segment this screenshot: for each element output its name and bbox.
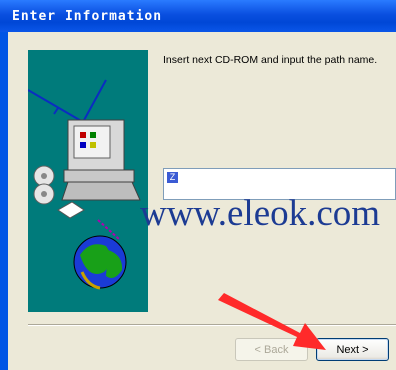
setup-window: Enter Information Insert next CD-ROM and… [0, 0, 396, 370]
arrow-annotation [218, 293, 326, 350]
